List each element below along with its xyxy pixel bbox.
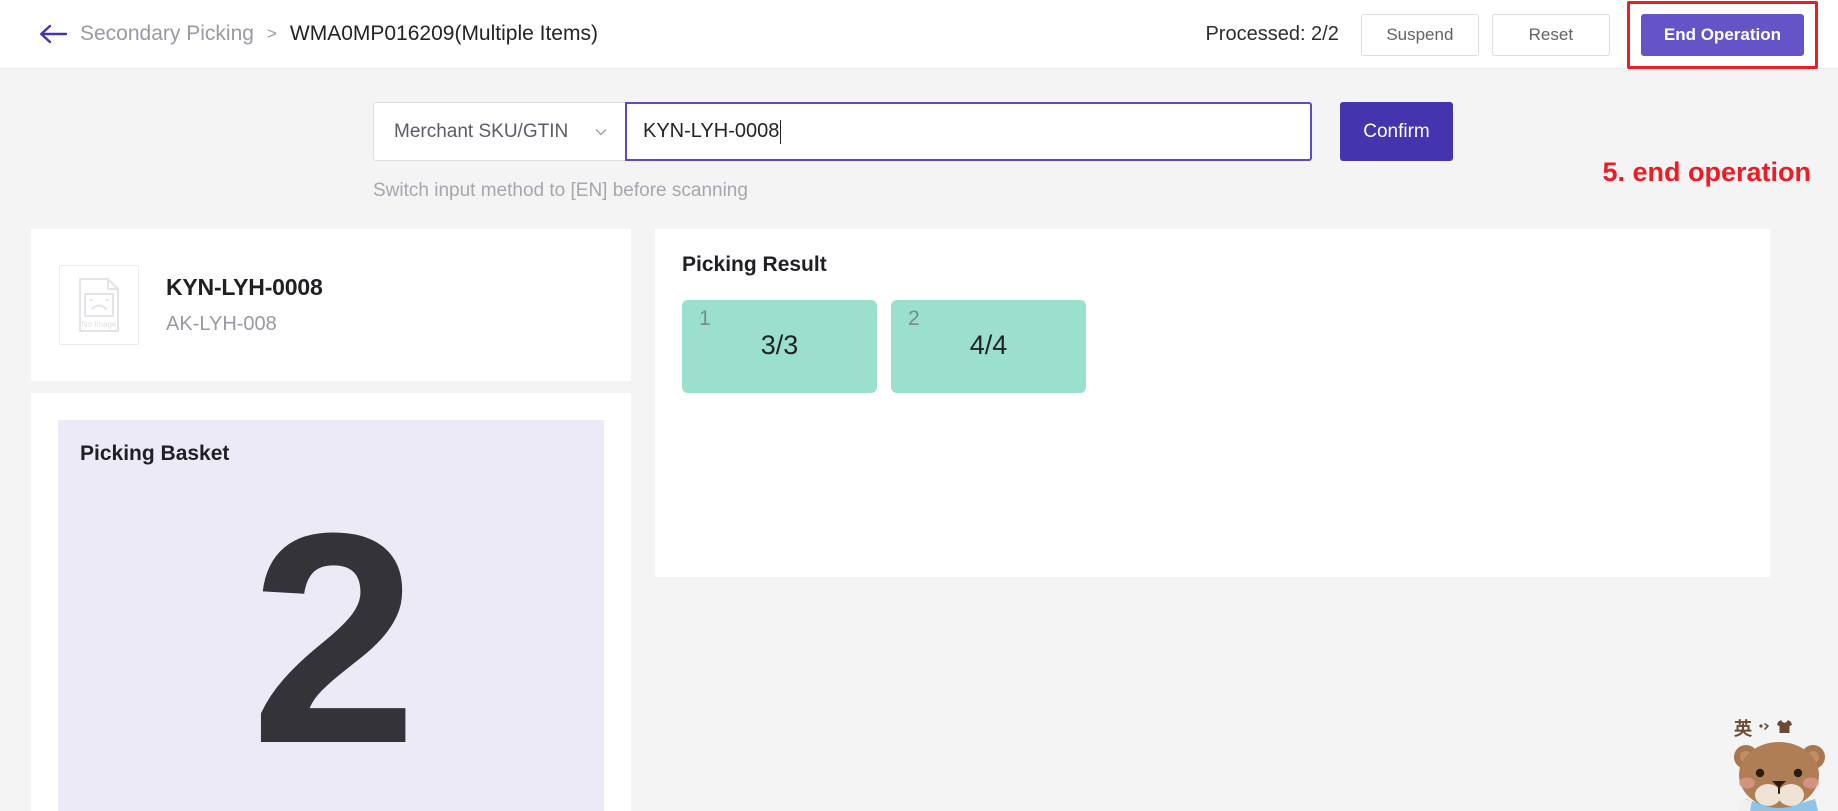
product-title: KYN-LYH-0008 — [166, 274, 323, 300]
picking-result-tiles: 1 3/3 2 4/4 — [682, 300, 1770, 393]
app-header: Secondary Picking > WMA0MP016209(Multipl… — [0, 0, 1838, 69]
scan-input-group: Merchant SKU/GTIN KYN-LYH-0008 Confirm — [373, 102, 1453, 161]
back-arrow-icon[interactable] — [38, 21, 68, 47]
picking-basket-panel: Picking Basket 2 — [58, 420, 604, 811]
text-caret — [780, 119, 782, 144]
confirm-button[interactable]: Confirm — [1340, 102, 1453, 161]
product-subtitle: AK-LYH-008 — [166, 313, 277, 335]
processed-count: Processed: 2/2 — [1205, 23, 1339, 45]
breadcrumb-current: WMA0MP016209(Multiple Items) — [289, 22, 598, 45]
product-text: KYN-LYH-0008 AK-LYH-008 — [166, 274, 323, 336]
scan-type-select[interactable]: Merchant SKU/GTIN — [373, 102, 626, 161]
scan-bar: 5. end operation Merchant SKU/GTIN KYN-L… — [0, 69, 1838, 229]
reset-button[interactable]: Reset — [1491, 13, 1610, 56]
chevron-down-icon — [593, 124, 609, 140]
end-operation-highlight-box: End Operation — [1626, 0, 1818, 69]
tile-index: 2 — [908, 307, 920, 330]
picking-result-title: Picking Result — [682, 253, 827, 276]
tile-index: 1 — [699, 307, 711, 330]
picking-basket-number: 2 — [250, 470, 418, 806]
bear-mascot-icon[interactable]: 英 — [1720, 699, 1838, 811]
scan-hint-text: Switch input method to [EN] before scann… — [373, 180, 748, 201]
main-content: No Image KYN-LYH-0008 AK-LYH-008 Picking… — [0, 229, 1838, 811]
scan-type-select-value: Merchant SKU/GTIN — [394, 120, 569, 142]
header-actions: Processed: 2/2 Suspend Reset End Operati… — [1205, 0, 1818, 69]
picking-basket-title: Picking Basket — [80, 442, 230, 465]
breadcrumb-parent-link[interactable]: Secondary Picking — [80, 22, 254, 46]
picking-result-tile[interactable]: 1 3/3 — [682, 300, 877, 393]
no-image-label: No Image — [82, 320, 117, 329]
scan-input-value: KYN-LYH-0008 — [643, 120, 780, 142]
tile-value: 3/3 — [760, 330, 799, 360]
breadcrumb: Secondary Picking > WMA0MP016209(Multipl… — [80, 22, 598, 46]
no-image-icon: No Image — [59, 265, 139, 345]
end-operation-button[interactable]: End Operation — [1640, 13, 1804, 56]
tile-value: 4/4 — [969, 330, 1008, 360]
suspend-button[interactable]: Suspend — [1360, 13, 1479, 56]
picking-result-tile[interactable]: 2 4/4 — [891, 300, 1086, 393]
product-card: No Image KYN-LYH-0008 AK-LYH-008 — [31, 229, 631, 381]
picking-basket-card: Picking Basket 2 — [31, 393, 631, 811]
left-column: No Image KYN-LYH-0008 AK-LYH-008 Picking… — [31, 229, 631, 811]
breadcrumb-separator: > — [266, 24, 277, 43]
scan-input[interactable]: KYN-LYH-0008 — [625, 102, 1312, 161]
annotation-end-operation: 5. end operation — [1602, 157, 1811, 187]
picking-result-panel: Picking Result 1 3/3 2 4/4 — [655, 229, 1770, 577]
